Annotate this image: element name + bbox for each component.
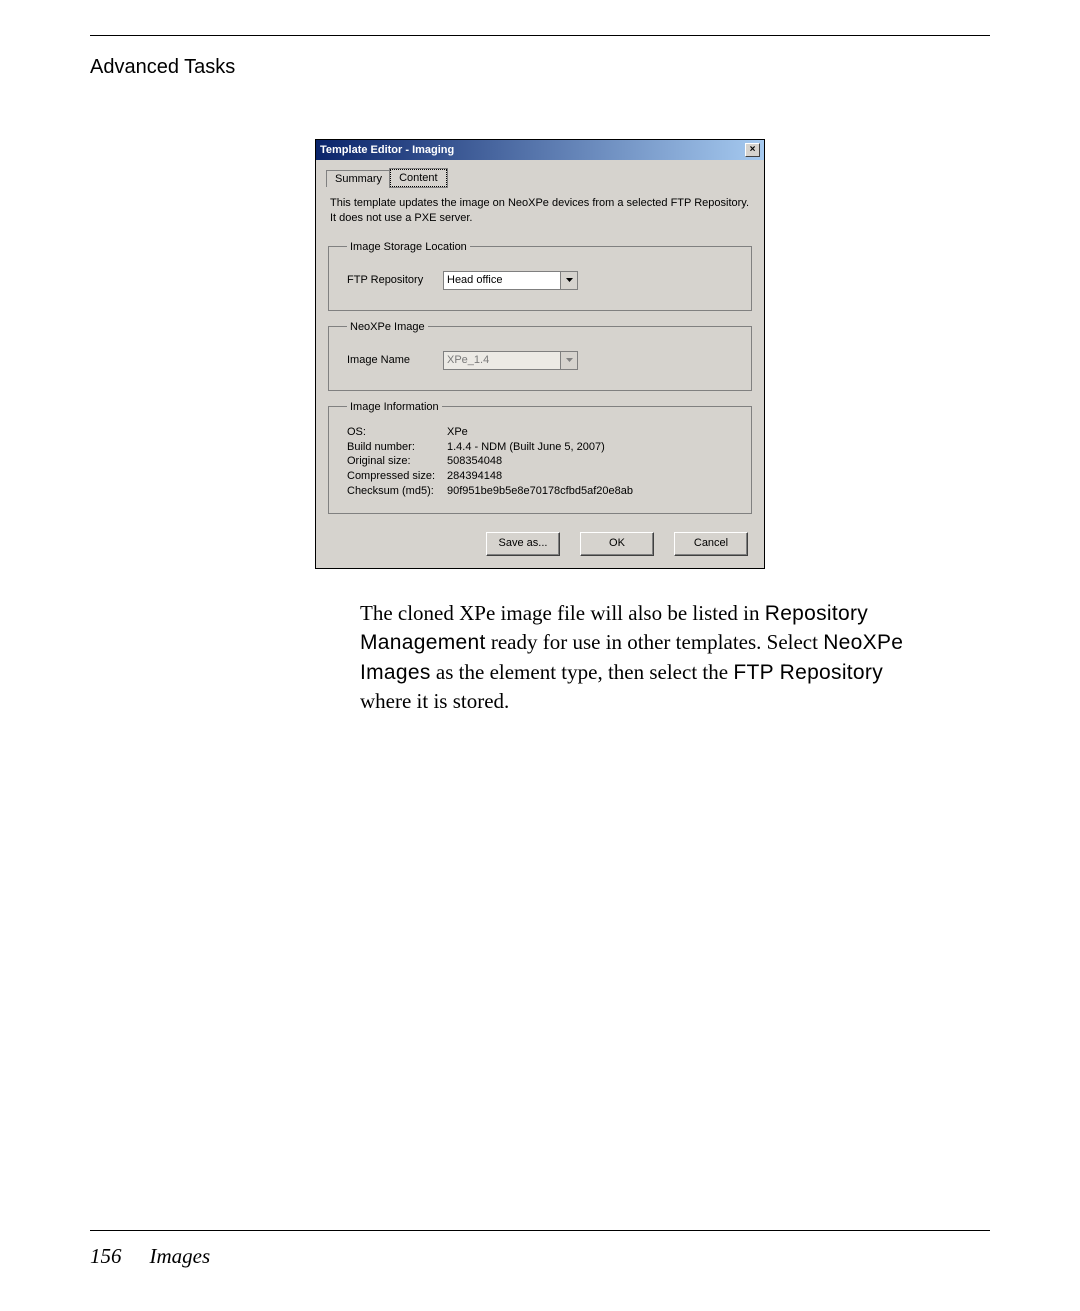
section-name: Images: [150, 1244, 211, 1268]
image-name-label: Image Name: [347, 354, 429, 366]
save-as-button[interactable]: Save as...: [486, 532, 560, 556]
para-text-1: The cloned XPe image file will also be l…: [360, 601, 765, 625]
ftp-repository-label: FTP Repository: [347, 274, 429, 286]
chevron-down-icon: [566, 358, 573, 362]
group-storage-location: Image Storage Location FTP Repository He…: [328, 241, 752, 311]
titlebar: Template Editor - Imaging ×: [316, 140, 764, 160]
info-origsize-value: 508354048: [447, 454, 502, 469]
page-number: 156: [90, 1244, 122, 1268]
group-image-legend: NeoXPe Image: [347, 321, 428, 333]
info-compsize-label: Compressed size:: [347, 469, 447, 484]
dropdown-button[interactable]: [560, 272, 577, 289]
para-text-4: where it is stored.: [360, 689, 509, 713]
info-os-label: OS:: [347, 425, 447, 440]
page-footer: 156 Images: [90, 1244, 210, 1269]
info-os-value: XPe: [447, 425, 468, 440]
ok-button[interactable]: OK: [580, 532, 654, 556]
ftp-repository-value: Head office: [444, 272, 560, 289]
chevron-down-icon: [566, 278, 573, 282]
info-build-value: 1.4.4 - NDM (Built June 5, 2007): [447, 440, 605, 455]
bottom-rule: [90, 1230, 990, 1231]
body-paragraph: The cloned XPe image file will also be l…: [360, 599, 930, 715]
group-storage-legend: Image Storage Location: [347, 241, 470, 253]
group-image-information: Image Information OS:XPe Build number:1.…: [328, 401, 752, 514]
image-name-value: XPe_1.4: [444, 352, 560, 369]
para-text-3: as the element type, then select the: [431, 660, 734, 684]
dialog-title: Template Editor - Imaging: [320, 144, 454, 156]
ftp-repository-select[interactable]: Head office: [443, 271, 578, 290]
para-term-ftp-repo: FTP Repository: [733, 661, 883, 684]
close-icon: ×: [750, 144, 756, 155]
dialog-window: Template Editor - Imaging × Summary Cont…: [315, 139, 765, 569]
tab-content[interactable]: Content: [390, 169, 447, 187]
group-neoxpe-image: NeoXPe Image Image Name XPe_1.4: [328, 321, 752, 391]
cancel-button[interactable]: Cancel: [674, 532, 748, 556]
page-header: Advanced Tasks: [90, 56, 990, 79]
info-build-label: Build number:: [347, 440, 447, 455]
info-compsize-value: 284394148: [447, 469, 502, 484]
info-md5-value: 90f951be9b5e8e70178cfbd5af20e8ab: [447, 484, 633, 499]
image-info-table: OS:XPe Build number:1.4.4 - NDM (Built J…: [347, 425, 739, 499]
dropdown-button[interactable]: [560, 352, 577, 369]
tab-strip: Summary Content: [326, 168, 754, 186]
para-text-2: ready for use in other templates. Select: [486, 630, 824, 654]
info-origsize-label: Original size:: [347, 454, 447, 469]
dialog-button-bar: Save as... OK Cancel: [326, 524, 754, 558]
dialog-description: This template updates the image on NeoXP…: [330, 196, 750, 227]
group-info-legend: Image Information: [347, 401, 442, 413]
tab-summary[interactable]: Summary: [326, 170, 391, 187]
image-name-select[interactable]: XPe_1.4: [443, 351, 578, 370]
close-button[interactable]: ×: [745, 143, 760, 157]
top-rule: [90, 35, 990, 36]
info-md5-label: Checksum (md5):: [347, 484, 447, 499]
